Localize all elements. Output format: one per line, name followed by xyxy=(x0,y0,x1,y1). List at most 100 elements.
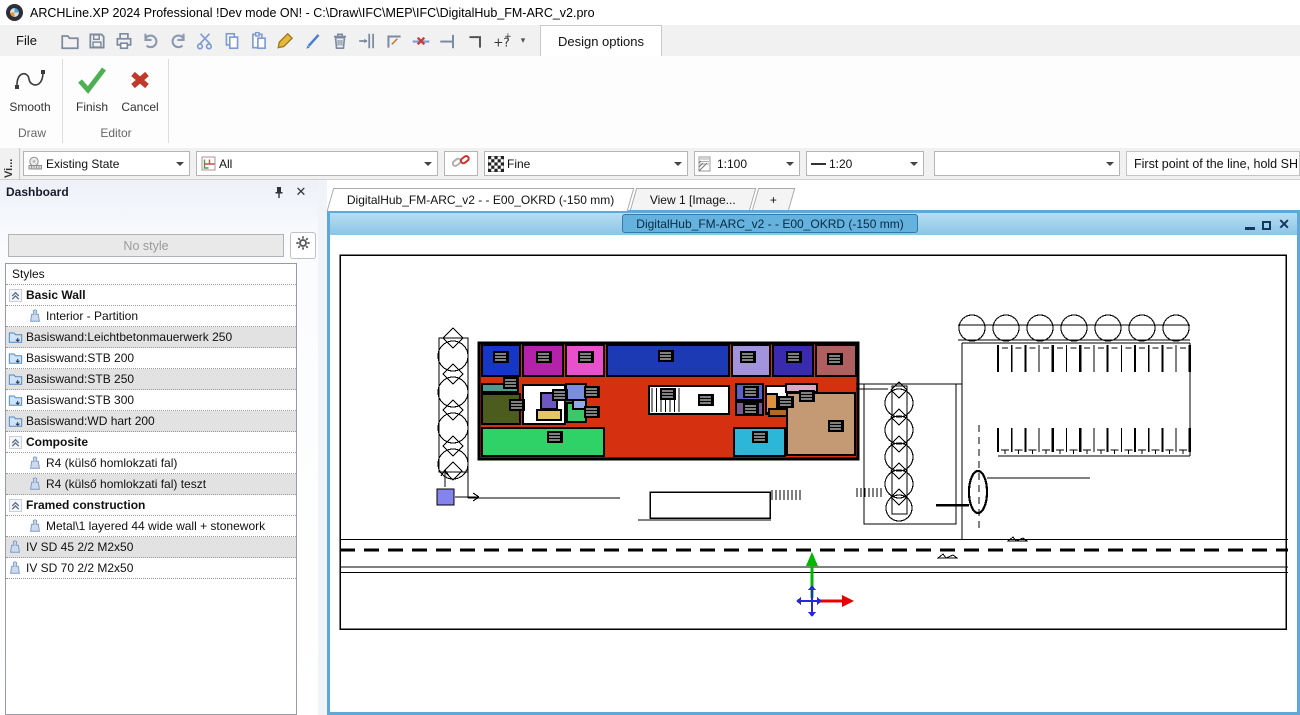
link-layers-button[interactable] xyxy=(444,151,478,176)
style-group-row[interactable]: Framed construction xyxy=(6,495,296,516)
design-options-label: Design options xyxy=(558,34,644,49)
trim-corner-icon[interactable] xyxy=(381,28,408,54)
paste-icon[interactable] xyxy=(246,28,273,54)
delete-icon[interactable] xyxy=(327,28,354,54)
status-prompt-text: First point of the line, hold SHIFT xyxy=(1134,157,1300,171)
style-item-row[interactable]: Basiswand:WD hart 200 xyxy=(6,411,296,432)
style-item-row[interactable]: Basiswand:Leichtbetonmauerwerk 250 xyxy=(6,327,296,348)
style-item-row[interactable]: Metal\1 layered 44 wide wall + stonework xyxy=(6,516,296,537)
chevron-down-icon[interactable] xyxy=(1100,152,1119,175)
style-icon xyxy=(6,540,24,554)
style-item-row[interactable]: Basiswand:STB 200 xyxy=(6,348,296,369)
state-value: Existing State xyxy=(46,157,170,171)
vi-vertical-label[interactable]: Vi... xyxy=(0,148,20,180)
dashboard-panel: Dashboard ✕ No style Styles Basic Wall In… xyxy=(0,180,318,715)
corner-icon[interactable] xyxy=(462,28,489,54)
style-label: IV SD 70 2/2 M2x50 xyxy=(24,561,133,575)
style-icon xyxy=(26,309,44,323)
minimize-button[interactable] xyxy=(1245,227,1255,230)
maximize-button[interactable] xyxy=(1262,221,1271,230)
chevron-down-icon[interactable] xyxy=(904,152,923,175)
styles-list-header: Styles xyxy=(6,264,296,285)
chevron-down-icon[interactable] xyxy=(170,152,189,175)
style-item-row[interactable]: Basiswand:STB 250 xyxy=(6,369,296,390)
finish-button[interactable]: Finish xyxy=(66,60,118,114)
chevron-down-icon[interactable] xyxy=(668,152,687,175)
pin-icon[interactable] xyxy=(268,186,290,199)
redo-icon[interactable] xyxy=(165,28,192,54)
style-label: Framed construction xyxy=(24,498,145,512)
offset-wall-icon[interactable] xyxy=(354,28,381,54)
format-painter-icon[interactable] xyxy=(273,28,300,54)
style-item-row[interactable]: IV SD 70 2/2 M2x50 xyxy=(6,558,296,579)
floorplan-svg[interactable] xyxy=(330,235,1297,712)
detail-level-dropdown[interactable]: Fine xyxy=(484,151,688,176)
trim-end-icon[interactable] xyxy=(435,28,462,54)
collapse-chevron-icon[interactable] xyxy=(6,436,24,449)
add-query-icon[interactable]: +?+ xyxy=(489,28,516,54)
style-label: Basic Wall xyxy=(24,288,86,302)
pen-icon[interactable] xyxy=(300,28,327,54)
style-item-row[interactable]: Interior - Partition xyxy=(6,306,296,327)
wall-style-icon xyxy=(6,372,24,386)
finish-label: Finish xyxy=(76,100,108,114)
tab-new-plus[interactable]: + xyxy=(752,188,796,211)
cancel-label: Cancel xyxy=(121,100,158,114)
design-options-tab[interactable]: Design options xyxy=(540,25,662,57)
open-folder-icon[interactable] xyxy=(57,28,84,54)
close-window-button[interactable]: ✕ xyxy=(1278,217,1290,231)
layer-dropdown[interactable]: All xyxy=(196,151,438,176)
collapse-chevron-icon[interactable] xyxy=(6,499,24,512)
collapse-chevron-icon[interactable] xyxy=(6,289,24,302)
window-title: ARCHLine.XP 2024 Professional !Dev mode … xyxy=(30,6,595,20)
layers-icon xyxy=(197,155,219,172)
style-group-row[interactable]: Basic Wall xyxy=(6,285,296,306)
scale-dropdown[interactable]: 1:100 xyxy=(694,151,800,176)
style-label: R4 (külső homlokzati fal) teszt xyxy=(44,477,206,491)
save-icon[interactable] xyxy=(84,28,111,54)
style-label: Composite xyxy=(24,435,88,449)
tab-view1[interactable]: View 1 [Image... xyxy=(630,188,756,211)
dashboard-header: Dashboard ✕ xyxy=(0,180,318,204)
cut-icon[interactable] xyxy=(192,28,219,54)
copy-icon[interactable] xyxy=(219,28,246,54)
style-item-row[interactable]: Basiswand:STB 300 xyxy=(6,390,296,411)
undo-icon[interactable] xyxy=(138,28,165,54)
close-icon[interactable]: ✕ xyxy=(290,184,312,200)
wall-style-icon xyxy=(6,414,24,428)
style-search-box[interactable]: No style xyxy=(8,234,284,257)
ribbon-group-draw: Draw xyxy=(4,126,60,140)
style-label: Interior - Partition xyxy=(44,309,138,323)
chevron-down-icon[interactable] xyxy=(780,152,799,175)
chevron-down-icon[interactable] xyxy=(418,152,437,175)
smooth-button[interactable]: Smooth xyxy=(4,60,56,114)
drawing-window-titlebar[interactable]: DigitalHub_FM-ARC_v2 - - E00_OKRD (-150 … xyxy=(330,213,1297,235)
style-label: IV SD 45 2/2 M2x50 xyxy=(24,540,133,554)
style-label: Basiswand:STB 300 xyxy=(24,393,134,407)
style-icon xyxy=(26,477,44,491)
cancel-button[interactable]: Cancel xyxy=(114,60,166,114)
dashboard-settings-button[interactable] xyxy=(290,232,316,259)
more-caret-icon[interactable]: ▾ xyxy=(516,28,530,54)
print-icon[interactable] xyxy=(111,28,138,54)
style-label: Basiswand:WD hart 200 xyxy=(24,414,155,428)
style-icon xyxy=(26,519,44,533)
drawing-canvas[interactable] xyxy=(330,235,1297,712)
ribbon: Smooth Finish Cancel Draw Editor xyxy=(0,56,1300,149)
style-label: Metal\1 layered 44 wide wall + stonework xyxy=(44,519,265,533)
style-item-row[interactable]: R4 (külső homlokzati fal) teszt xyxy=(6,474,296,495)
panel-splitter[interactable] xyxy=(318,180,327,715)
title-bar: ARCHLine.XP 2024 Professional !Dev mode … xyxy=(0,0,1300,25)
drawing-zone: DigitalHub_FM-ARC_v2 - - E00_OKRD (-150 … xyxy=(318,180,1300,715)
file-menu[interactable]: File xyxy=(10,30,43,51)
style-item-row[interactable]: IV SD 45 2/2 M2x50 xyxy=(6,537,296,558)
delete-segment-icon[interactable] xyxy=(408,28,435,54)
style-item-row[interactable]: R4 (külső homlokzati fal) xyxy=(6,453,296,474)
empty-combo[interactable] xyxy=(934,151,1120,176)
layer-value: All xyxy=(219,157,418,171)
style-group-row[interactable]: Composite xyxy=(6,432,296,453)
line-scale-dropdown[interactable]: 1:20 xyxy=(806,151,924,176)
finish-check-icon xyxy=(66,60,118,100)
state-dropdown[interactable]: Existing State xyxy=(23,151,190,176)
tab-floorplan[interactable]: DigitalHub_FM-ARC_v2 - - E00_OKRD (-150 … xyxy=(327,188,635,211)
